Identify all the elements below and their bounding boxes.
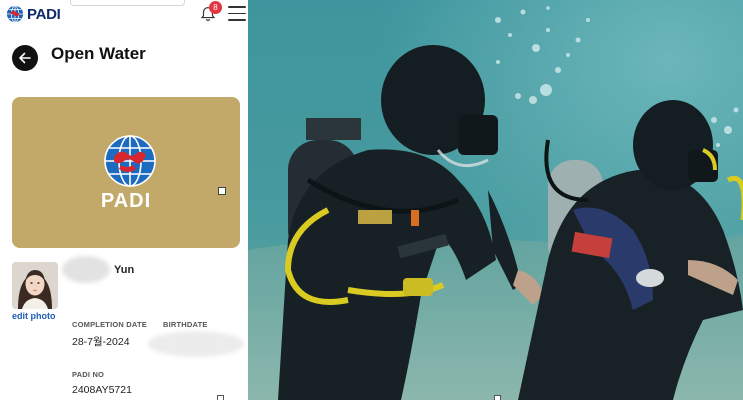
birthdate-label: BIRTHDATE [163, 320, 208, 329]
hamburger-menu-icon[interactable] [228, 6, 246, 22]
resize-handle[interactable] [218, 187, 226, 195]
completion-date-value: 28-7월-2024 [72, 336, 130, 348]
edit-photo-link[interactable]: edit photo [12, 311, 56, 321]
padi-no-label: PADI NO [72, 370, 105, 379]
resize-handle[interactable] [494, 395, 501, 400]
logo-text: PADI [27, 5, 61, 23]
redacted-birthdate [148, 331, 244, 357]
padi-globe-icon [104, 135, 156, 187]
avatar-photo [12, 262, 58, 309]
redacted-name [62, 256, 110, 283]
back-button[interactable] [12, 45, 38, 71]
diver-scene [248, 0, 743, 400]
card-brand-text: PADI [100, 190, 152, 212]
underwater-photo [248, 0, 743, 400]
padi-logo[interactable]: PADI [6, 4, 61, 24]
certification-card[interactable]: PADI [12, 97, 240, 248]
page-title: Open Water [51, 44, 146, 63]
search-input[interactable] [70, 0, 185, 6]
arrow-left-icon [19, 52, 31, 64]
padi-globe-icon [6, 5, 24, 23]
top-bar: PADI 8 [0, 0, 248, 32]
notification-badge: 8 [209, 1, 222, 14]
completion-date-label: COMPLETION DATE [72, 320, 147, 329]
resize-handle[interactable] [217, 395, 224, 400]
profile-name: Yun [114, 264, 135, 276]
padi-app-panel: PADI 8 Open Water PADI edit photo Yun CO… [0, 0, 248, 400]
avatar [12, 262, 58, 309]
padi-no-value: 2408AY5721 [72, 384, 132, 396]
